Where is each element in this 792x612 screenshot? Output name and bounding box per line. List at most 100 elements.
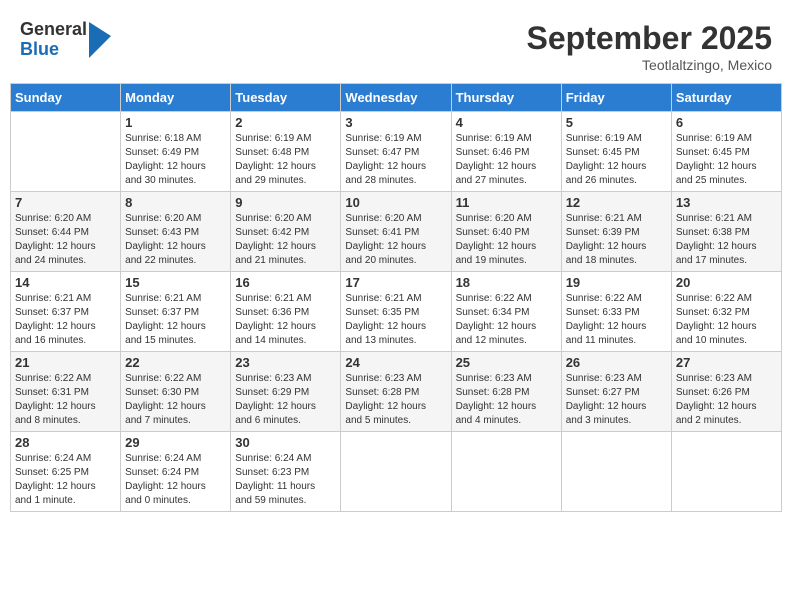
- day-number: 3: [345, 115, 446, 130]
- day-number: 28: [15, 435, 116, 450]
- calendar-cell: 27 Sunrise: 6:23 AM Sunset: 6:26 PM Dayli…: [671, 352, 781, 432]
- calendar-cell: 22 Sunrise: 6:22 AM Sunset: 6:30 PM Dayli…: [121, 352, 231, 432]
- calendar-cell: 30 Sunrise: 6:24 AM Sunset: 6:23 PM Dayli…: [231, 432, 341, 512]
- calendar-cell: 1 Sunrise: 6:18 AM Sunset: 6:49 PM Daylig…: [121, 112, 231, 192]
- day-number: 10: [345, 195, 446, 210]
- day-number: 23: [235, 355, 336, 370]
- calendar-cell: [11, 112, 121, 192]
- page-header: General Blue September 2025 Teotlaltzing…: [10, 10, 782, 78]
- day-info: Sunrise: 6:24 AM Sunset: 6:25 PM Dayligh…: [15, 452, 116, 508]
- day-number: 16: [235, 275, 336, 290]
- day-number: 22: [125, 355, 226, 370]
- day-header-thursday: Thursday: [451, 84, 561, 112]
- day-info: Sunrise: 6:22 AM Sunset: 6:34 PM Dayligh…: [456, 292, 557, 348]
- calendar-cell: [341, 432, 451, 512]
- day-header-monday: Monday: [121, 84, 231, 112]
- calendar-cell: 23 Sunrise: 6:23 AM Sunset: 6:29 PM Dayli…: [231, 352, 341, 432]
- calendar-table: SundayMondayTuesdayWednesdayThursdayFrid…: [10, 83, 782, 512]
- day-number: 7: [15, 195, 116, 210]
- calendar-cell: 25Sunrise: 6:23 AM Sunset: 6:28 PM Dayli…: [451, 352, 561, 432]
- calendar-week-1: 1 Sunrise: 6:18 AM Sunset: 6:49 PM Daylig…: [11, 112, 782, 192]
- day-number: 13: [676, 195, 777, 210]
- calendar-cell: 29 Sunrise: 6:24 AM Sunset: 6:24 PM Dayli…: [121, 432, 231, 512]
- calendar-header-row: SundayMondayTuesdayWednesdayThursdayFrid…: [11, 84, 782, 112]
- day-info: Sunrise: 6:21 AM Sunset: 6:37 PM Dayligh…: [125, 292, 226, 348]
- day-info: Sunrise: 6:18 AM Sunset: 6:49 PM Dayligh…: [125, 132, 226, 188]
- day-header-friday: Friday: [561, 84, 671, 112]
- day-number: 27: [676, 355, 777, 370]
- calendar-cell: 18 Sunrise: 6:22 AM Sunset: 6:34 PM Dayli…: [451, 272, 561, 352]
- calendar-cell: 12Sunrise: 6:21 AM Sunset: 6:39 PM Dayli…: [561, 192, 671, 272]
- calendar-cell: [451, 432, 561, 512]
- day-info: Sunrise: 6:22 AM Sunset: 6:32 PM Dayligh…: [676, 292, 777, 348]
- day-number: 14: [15, 275, 116, 290]
- calendar-cell: [561, 432, 671, 512]
- calendar-cell: 16Sunrise: 6:21 AM Sunset: 6:36 PM Dayli…: [231, 272, 341, 352]
- calendar-week-3: 14 Sunrise: 6:21 AM Sunset: 6:37 PM Dayli…: [11, 272, 782, 352]
- day-number: 11: [456, 195, 557, 210]
- day-number: 17: [345, 275, 446, 290]
- calendar-cell: 5 Sunrise: 6:19 AM Sunset: 6:45 PM Daylig…: [561, 112, 671, 192]
- calendar-cell: 26Sunrise: 6:23 AM Sunset: 6:27 PM Dayli…: [561, 352, 671, 432]
- calendar-cell: 17 Sunrise: 6:21 AM Sunset: 6:35 PM Dayli…: [341, 272, 451, 352]
- day-info: Sunrise: 6:19 AM Sunset: 6:46 PM Dayligh…: [456, 132, 557, 188]
- day-number: 15: [125, 275, 226, 290]
- calendar-cell: 8 Sunrise: 6:20 AM Sunset: 6:43 PM Daylig…: [121, 192, 231, 272]
- day-info: Sunrise: 6:21 AM Sunset: 6:38 PM Dayligh…: [676, 212, 777, 268]
- day-info: Sunrise: 6:23 AM Sunset: 6:26 PM Dayligh…: [676, 372, 777, 428]
- day-info: Sunrise: 6:21 AM Sunset: 6:39 PM Dayligh…: [566, 212, 667, 268]
- calendar-cell: [671, 432, 781, 512]
- calendar-cell: 11 Sunrise: 6:20 AM Sunset: 6:40 PM Dayli…: [451, 192, 561, 272]
- day-info: Sunrise: 6:21 AM Sunset: 6:35 PM Dayligh…: [345, 292, 446, 348]
- day-info: Sunrise: 6:20 AM Sunset: 6:42 PM Dayligh…: [235, 212, 336, 268]
- day-number: 2: [235, 115, 336, 130]
- day-number: 30: [235, 435, 336, 450]
- day-info: Sunrise: 6:20 AM Sunset: 6:43 PM Dayligh…: [125, 212, 226, 268]
- location-subtitle: Teotlaltzingo, Mexico: [527, 57, 772, 73]
- day-number: 29: [125, 435, 226, 450]
- calendar-cell: 7 Sunrise: 6:20 AM Sunset: 6:44 PM Daylig…: [11, 192, 121, 272]
- day-info: Sunrise: 6:22 AM Sunset: 6:30 PM Dayligh…: [125, 372, 226, 428]
- day-header-saturday: Saturday: [671, 84, 781, 112]
- day-number: 5: [566, 115, 667, 130]
- logo: General Blue: [20, 20, 111, 60]
- calendar-cell: 13 Sunrise: 6:21 AM Sunset: 6:38 PM Dayli…: [671, 192, 781, 272]
- calendar-cell: 3 Sunrise: 6:19 AM Sunset: 6:47 PM Daylig…: [341, 112, 451, 192]
- logo-icon: [89, 22, 111, 58]
- day-header-sunday: Sunday: [11, 84, 121, 112]
- day-number: 9: [235, 195, 336, 210]
- day-info: Sunrise: 6:22 AM Sunset: 6:33 PM Dayligh…: [566, 292, 667, 348]
- day-number: 1: [125, 115, 226, 130]
- day-info: Sunrise: 6:24 AM Sunset: 6:24 PM Dayligh…: [125, 452, 226, 508]
- calendar-cell: 10 Sunrise: 6:20 AM Sunset: 6:41 PM Dayli…: [341, 192, 451, 272]
- day-info: Sunrise: 6:22 AM Sunset: 6:31 PM Dayligh…: [15, 372, 116, 428]
- calendar-cell: 14 Sunrise: 6:21 AM Sunset: 6:37 PM Dayli…: [11, 272, 121, 352]
- day-number: 21: [15, 355, 116, 370]
- day-number: 19: [566, 275, 667, 290]
- logo-general: General: [20, 20, 87, 40]
- day-info: Sunrise: 6:20 AM Sunset: 6:41 PM Dayligh…: [345, 212, 446, 268]
- day-info: Sunrise: 6:19 AM Sunset: 6:48 PM Dayligh…: [235, 132, 336, 188]
- calendar-cell: 4Sunrise: 6:19 AM Sunset: 6:46 PM Daylig…: [451, 112, 561, 192]
- day-info: Sunrise: 6:21 AM Sunset: 6:37 PM Dayligh…: [15, 292, 116, 348]
- calendar-cell: 21 Sunrise: 6:22 AM Sunset: 6:31 PM Dayli…: [11, 352, 121, 432]
- day-number: 20: [676, 275, 777, 290]
- day-info: Sunrise: 6:19 AM Sunset: 6:47 PM Dayligh…: [345, 132, 446, 188]
- day-info: Sunrise: 6:23 AM Sunset: 6:29 PM Dayligh…: [235, 372, 336, 428]
- calendar-cell: 2 Sunrise: 6:19 AM Sunset: 6:48 PM Daylig…: [231, 112, 341, 192]
- calendar-cell: 15 Sunrise: 6:21 AM Sunset: 6:37 PM Dayli…: [121, 272, 231, 352]
- day-info: Sunrise: 6:20 AM Sunset: 6:44 PM Dayligh…: [15, 212, 116, 268]
- day-info: Sunrise: 6:20 AM Sunset: 6:40 PM Dayligh…: [456, 212, 557, 268]
- day-header-wednesday: Wednesday: [341, 84, 451, 112]
- day-info: Sunrise: 6:19 AM Sunset: 6:45 PM Dayligh…: [566, 132, 667, 188]
- day-info: Sunrise: 6:24 AM Sunset: 6:23 PM Dayligh…: [235, 452, 336, 508]
- day-number: 18: [456, 275, 557, 290]
- calendar-cell: 20 Sunrise: 6:22 AM Sunset: 6:32 PM Dayli…: [671, 272, 781, 352]
- day-number: 24: [345, 355, 446, 370]
- calendar-cell: 9 Sunrise: 6:20 AM Sunset: 6:42 PM Daylig…: [231, 192, 341, 272]
- day-number: 6: [676, 115, 777, 130]
- day-info: Sunrise: 6:23 AM Sunset: 6:28 PM Dayligh…: [345, 372, 446, 428]
- day-number: 8: [125, 195, 226, 210]
- day-info: Sunrise: 6:23 AM Sunset: 6:28 PM Dayligh…: [456, 372, 557, 428]
- month-title: September 2025: [527, 20, 772, 57]
